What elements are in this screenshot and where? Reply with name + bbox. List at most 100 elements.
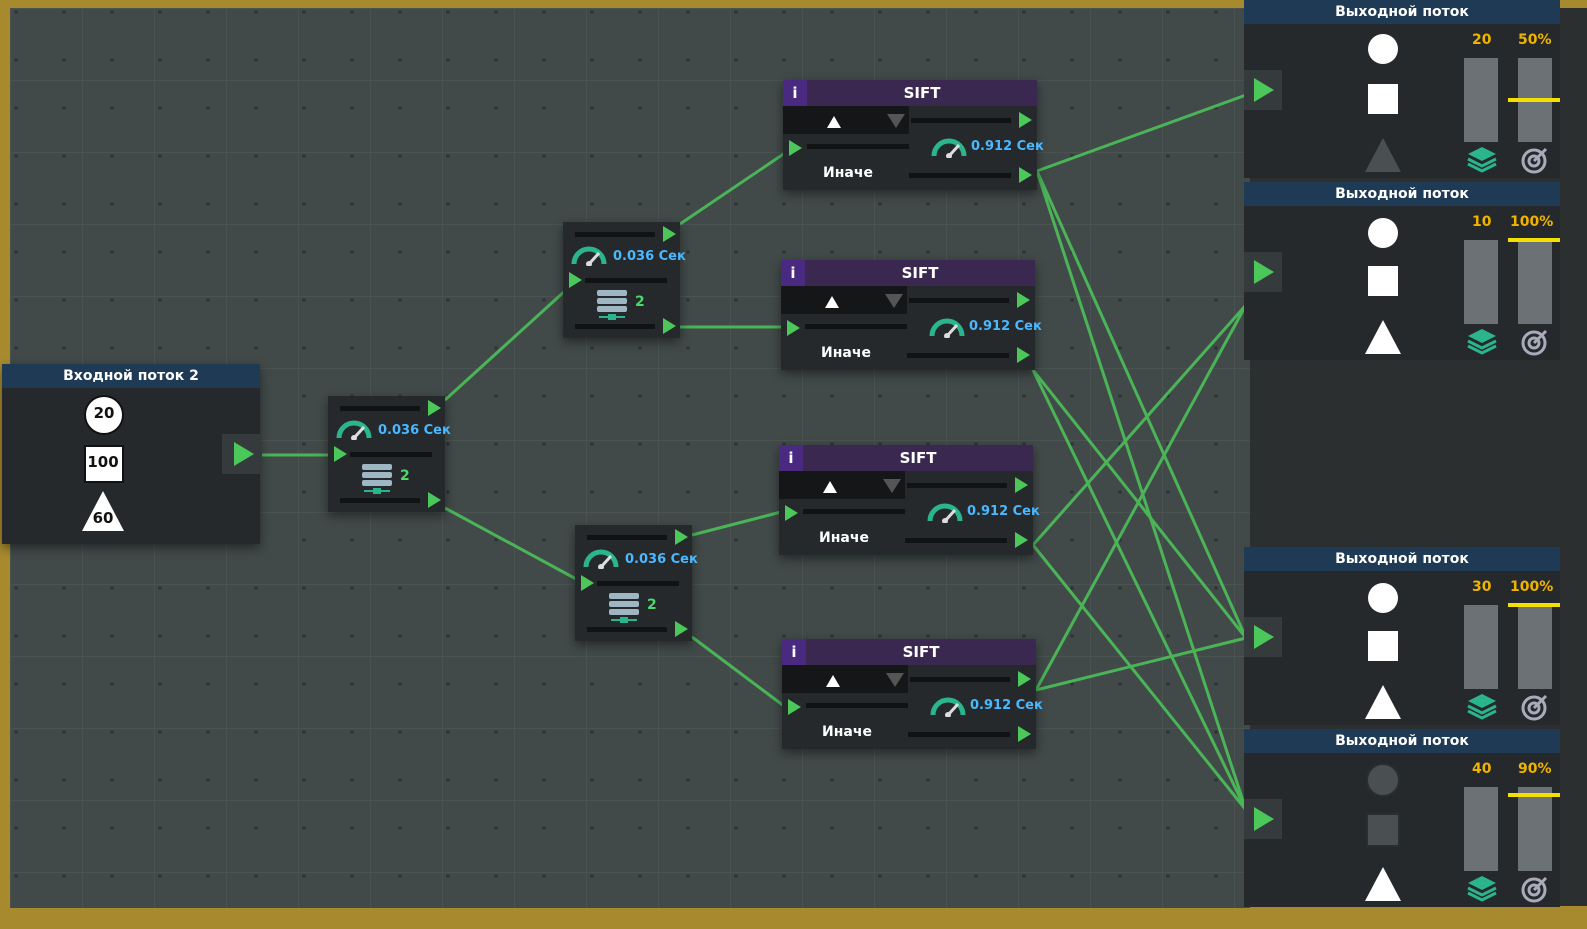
chevron-down-icon[interactable] (887, 114, 905, 128)
server-stack-icon (609, 593, 639, 623)
match-output-bar (907, 483, 1007, 488)
input-arrow-icon[interactable] (1254, 625, 1274, 649)
info-button[interactable]: i (782, 639, 806, 665)
input-arrow-icon[interactable] (785, 505, 798, 521)
else-output-bar (908, 732, 1010, 737)
chevron-down-icon[interactable] (886, 673, 904, 687)
else-output-arrow-icon[interactable] (1018, 726, 1031, 742)
output-arrow-icon[interactable] (428, 400, 441, 416)
output-title: Выходной поток (1244, 729, 1560, 753)
input-arrow-icon[interactable] (581, 575, 594, 591)
triangle-icon (1365, 320, 1401, 354)
match-output-arrow-icon[interactable] (1015, 477, 1028, 493)
input-bar (585, 278, 667, 283)
count-column (1464, 240, 1498, 324)
else-label: Иначе (819, 530, 869, 546)
else-output-arrow-icon[interactable] (1017, 347, 1030, 363)
gauge-icon (571, 246, 607, 266)
input-arrow-icon[interactable] (1254, 807, 1274, 831)
match-output-bar (911, 118, 1011, 123)
percent-level-marker (1508, 238, 1560, 242)
speed-label: 0.036 Сек (378, 423, 451, 438)
input-arrow-icon[interactable] (569, 272, 582, 288)
sift-title: SIFT (807, 80, 1037, 106)
square-icon (1368, 631, 1398, 661)
match-output-bar (910, 677, 1010, 682)
output-arrow-icon[interactable] (663, 226, 676, 242)
triangle-icon (823, 481, 837, 493)
input-bar (806, 703, 908, 708)
splitter-node-3[interactable]: 0.036 Сек 2 (575, 525, 698, 641)
input-arrow-icon[interactable] (334, 446, 347, 462)
chevron-down-icon[interactable] (885, 294, 903, 308)
percent-label: 100% (1510, 214, 1554, 230)
match-output-arrow-icon[interactable] (1017, 292, 1030, 308)
layers-icon (1467, 329, 1497, 355)
sift-node-3[interactable]: i SIFT 0.912 Сек Иначе (779, 445, 1040, 555)
target-icon (1521, 329, 1548, 356)
count-column (1464, 58, 1498, 142)
percent-level-marker (1508, 603, 1560, 607)
input-arrow-icon[interactable] (1254, 78, 1274, 102)
count-label: 2 (400, 468, 410, 484)
info-button[interactable]: i (783, 80, 807, 106)
circle-icon (1368, 34, 1398, 64)
info-button[interactable]: i (779, 445, 803, 471)
input-arrow-icon[interactable] (789, 140, 802, 156)
square-icon (1366, 813, 1400, 847)
match-output-arrow-icon[interactable] (1019, 112, 1032, 128)
else-output-bar (909, 173, 1011, 178)
output-bar (340, 498, 420, 503)
percent-label: 50% (1518, 32, 1552, 48)
match-output-arrow-icon[interactable] (1018, 671, 1031, 687)
chevron-down-icon[interactable] (883, 479, 901, 493)
output-arrow-icon[interactable] (675, 529, 688, 545)
else-output-arrow-icon[interactable] (1019, 167, 1032, 183)
game-board: Входной поток 2 20 100 60 0.036 Сек 2 0.… (0, 0, 1587, 929)
output-title: Выходной поток (1244, 0, 1560, 24)
input-bar (350, 452, 432, 457)
input-arrow-icon[interactable] (787, 320, 800, 336)
output-node-3[interactable]: Выходной поток 30 100% (1244, 547, 1560, 725)
speed-label: 0.912 Сек (969, 319, 1042, 334)
input-arrow-icon[interactable] (788, 699, 801, 715)
splitter-node-2[interactable]: 0.036 Сек 2 (563, 222, 686, 338)
sift-node-1[interactable]: i SIFT 0.912 Сек Иначе (783, 80, 1044, 190)
count-label: 20 (1472, 32, 1492, 48)
else-output-arrow-icon[interactable] (1015, 532, 1028, 548)
else-output-bar (907, 353, 1009, 358)
input-arrow-icon[interactable] (1254, 260, 1274, 284)
square-icon (1368, 84, 1398, 114)
percent-column (1518, 605, 1552, 689)
target-icon (1521, 694, 1548, 721)
output-title: Выходной поток (1244, 182, 1560, 206)
layers-icon (1467, 147, 1497, 173)
sift-node-2[interactable]: i SIFT 0.912 Сек Иначе (781, 260, 1042, 370)
else-output-bar (905, 538, 1007, 543)
speed-label: 0.036 Сек (613, 249, 686, 264)
output-arrow-icon[interactable] (234, 442, 254, 466)
layers-icon (1467, 876, 1497, 902)
sift-node-4[interactable]: i SIFT 0.912 Сек Иначе (782, 639, 1043, 749)
else-label: Иначе (821, 345, 871, 361)
info-button[interactable]: i (781, 260, 805, 286)
count-column (1464, 605, 1498, 689)
speed-label: 0.036 Сек (625, 552, 698, 567)
gauge-icon (931, 138, 967, 158)
output-node-1[interactable]: Выходной поток 20 50% (1244, 0, 1560, 178)
output-node-4[interactable]: Выходной поток 40 90% (1244, 729, 1560, 907)
output-arrow-icon[interactable] (675, 621, 688, 637)
input-bar (597, 581, 679, 586)
input-node[interactable]: Входной поток 2 20 100 60 (2, 364, 260, 544)
sift-title: SIFT (806, 639, 1036, 665)
triangle-icon (827, 116, 841, 128)
sift-title: SIFT (805, 260, 1035, 286)
output-arrow-icon[interactable] (663, 318, 676, 334)
splitter-node-1[interactable]: 0.036 Сек 2 (328, 396, 451, 512)
output-node-2[interactable]: Выходной поток 10 100% (1244, 182, 1560, 360)
square-count: 100 (87, 453, 119, 471)
count-label: 30 (1472, 579, 1492, 595)
output-arrow-icon[interactable] (428, 492, 441, 508)
triangle-icon (1365, 685, 1401, 719)
output-bar (575, 324, 655, 329)
